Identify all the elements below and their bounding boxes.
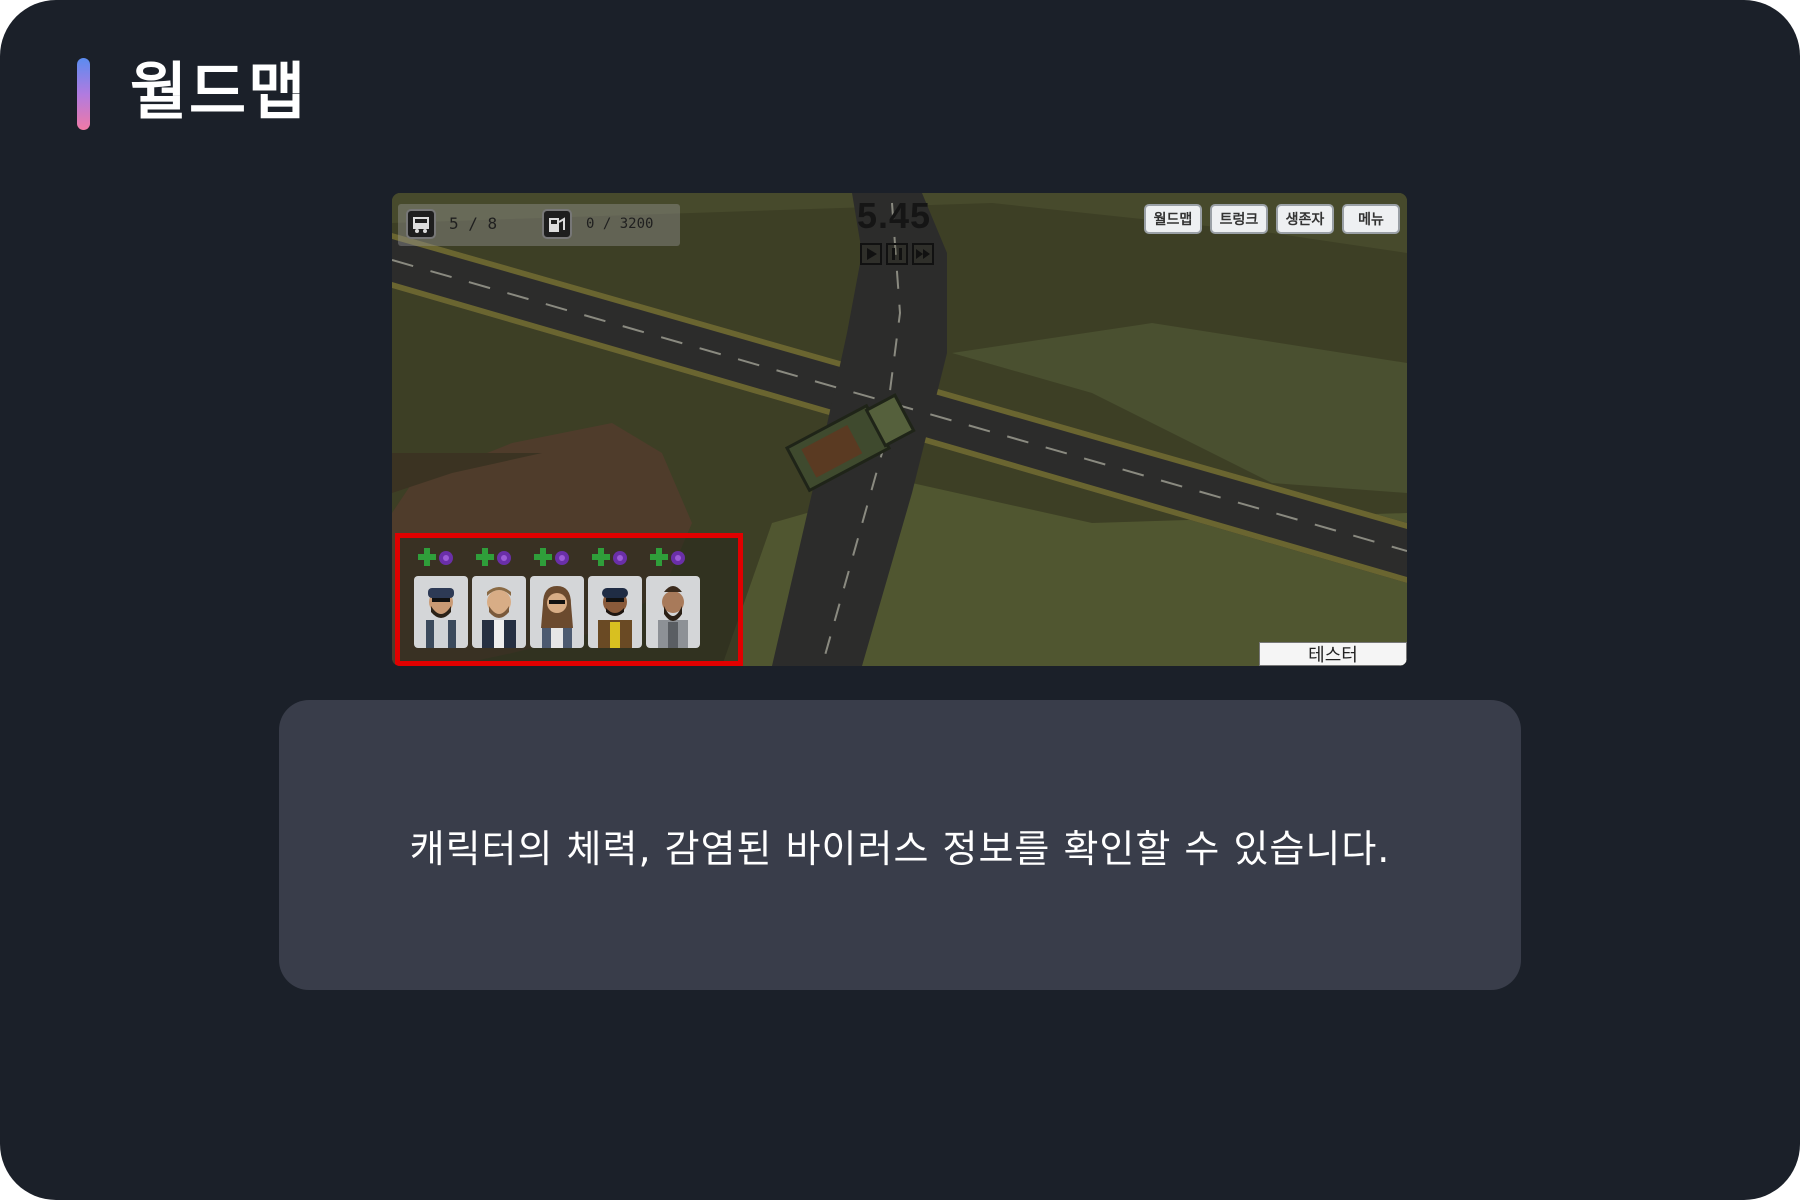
fast-forward-button[interactable] bbox=[912, 243, 934, 265]
trunk-button[interactable]: 트렁크 bbox=[1210, 204, 1268, 234]
survivor-portrait[interactable] bbox=[646, 576, 700, 648]
game-timer: 5.45 bbox=[857, 195, 932, 236]
health-virus-status bbox=[592, 548, 627, 566]
health-cross-icon bbox=[592, 548, 610, 566]
caption-box: 캐릭터의 체력, 감염된 바이러스 정보를 확인할 수 있습니다. bbox=[279, 700, 1521, 990]
health-cross-icon bbox=[476, 548, 494, 566]
health-virus-status bbox=[476, 548, 511, 566]
pause-button[interactable] bbox=[886, 243, 908, 265]
health-virus-status bbox=[418, 548, 453, 566]
survivor-portrait[interactable] bbox=[414, 576, 468, 648]
character-slot[interactable] bbox=[584, 546, 644, 656]
passenger-count: 5 / 8 bbox=[449, 214, 498, 233]
hud-panel: 5 / 8 0 / 3200 bbox=[398, 204, 680, 246]
health-cross-icon bbox=[418, 548, 436, 566]
tester-label: 테스터 bbox=[1259, 642, 1407, 666]
health-cross-icon bbox=[534, 548, 552, 566]
fuel-gauge-icon bbox=[542, 209, 572, 239]
character-status-highlight bbox=[395, 533, 743, 666]
survivor-portrait[interactable] bbox=[588, 576, 642, 648]
worldmap-button[interactable]: 월드맵 bbox=[1144, 204, 1202, 234]
play-icon bbox=[867, 248, 877, 260]
play-button[interactable] bbox=[860, 243, 882, 265]
health-cross-icon bbox=[650, 548, 668, 566]
fuel-count: 0 / 3200 bbox=[586, 216, 654, 232]
character-slot[interactable] bbox=[410, 546, 470, 656]
health-virus-status bbox=[650, 548, 685, 566]
survivors-button[interactable]: 생존자 bbox=[1276, 204, 1334, 234]
title-accent-bar bbox=[77, 58, 90, 130]
character-slot[interactable] bbox=[526, 546, 586, 656]
fast-forward-icon bbox=[916, 249, 930, 259]
survivor-portrait[interactable] bbox=[472, 576, 526, 648]
character-slot[interactable] bbox=[642, 546, 702, 656]
bus-icon bbox=[406, 209, 436, 239]
survivor-portrait[interactable] bbox=[530, 576, 584, 648]
health-virus-status bbox=[534, 548, 569, 566]
character-slot[interactable] bbox=[468, 546, 528, 656]
slide-card: 월드맵 5 / 8 0 / 3200 5.45 월드맵 트렁크 생존자 메뉴 테… bbox=[0, 0, 1800, 1200]
pause-icon bbox=[892, 248, 902, 260]
caption-text: 캐릭터의 체력, 감염된 바이러스 정보를 확인할 수 있습니다. bbox=[409, 826, 1391, 871]
menu-button[interactable]: 메뉴 bbox=[1342, 204, 1400, 234]
page-title: 월드맵 bbox=[130, 55, 308, 128]
game-screenshot: 5 / 8 0 / 3200 5.45 월드맵 트렁크 생존자 메뉴 테스터 bbox=[392, 193, 1407, 666]
